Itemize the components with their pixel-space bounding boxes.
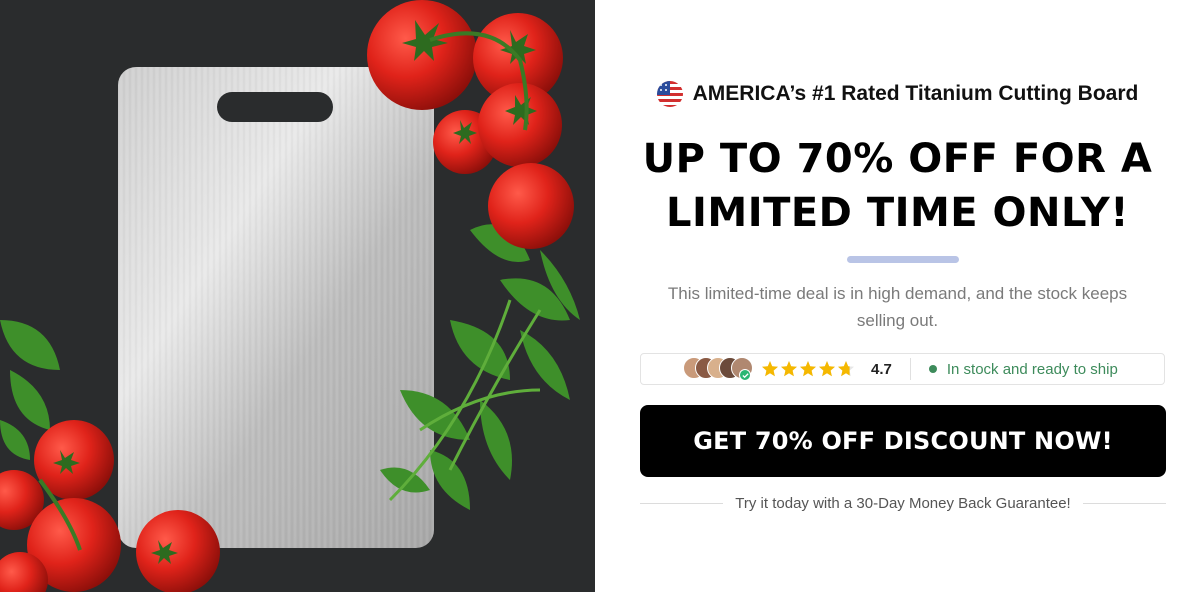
divider-line-right xyxy=(1082,502,1166,504)
subtext: This limited-time deal is in high demand… xyxy=(667,284,1128,330)
customer-avatars xyxy=(683,357,753,381)
rating-value: 4.7 xyxy=(871,360,892,378)
stock-status-text: In stock and ready to ship xyxy=(946,360,1118,378)
accent-divider xyxy=(847,256,959,263)
product-photo xyxy=(0,0,595,592)
guarantee-line: Try it today with a 30-Day Money Back Gu… xyxy=(640,492,1166,514)
verified-check-icon xyxy=(739,369,751,381)
badge-text: AMERICA’s #1 Rated Titanium Cutting Boar… xyxy=(692,82,1139,105)
star-icon xyxy=(819,361,835,377)
divider-line-left xyxy=(640,502,724,504)
stock-status-dot xyxy=(928,365,937,373)
social-proof-bar: 4.7 In stock and ready to ship xyxy=(640,353,1165,385)
star-icon xyxy=(800,361,816,377)
star-icon xyxy=(762,361,778,377)
star-rating xyxy=(761,360,855,378)
star-icon xyxy=(781,361,797,377)
headline: UP TO 70% OFF FOR A LIMITED TIME ONLY! xyxy=(635,132,1160,240)
offer-panel: AMERICA’s #1 Rated Titanium Cutting Boar… xyxy=(595,0,1200,592)
guarantee-text: Try it today with a 30-Day Money Back Gu… xyxy=(735,494,1071,512)
badge-line: AMERICA’s #1 Rated Titanium Cutting Boar… xyxy=(595,78,1200,110)
get-discount-button[interactable]: GET 70% OFF DISCOUNT NOW! xyxy=(640,405,1166,477)
headline-line-1: UP TO 70% OFF FOR A xyxy=(642,136,1153,182)
us-flag-icon xyxy=(656,81,683,107)
headline-line-2: LIMITED TIME ONLY! xyxy=(666,190,1129,236)
separator xyxy=(909,358,911,380)
star-icon xyxy=(838,361,854,377)
hero-image xyxy=(0,0,595,592)
